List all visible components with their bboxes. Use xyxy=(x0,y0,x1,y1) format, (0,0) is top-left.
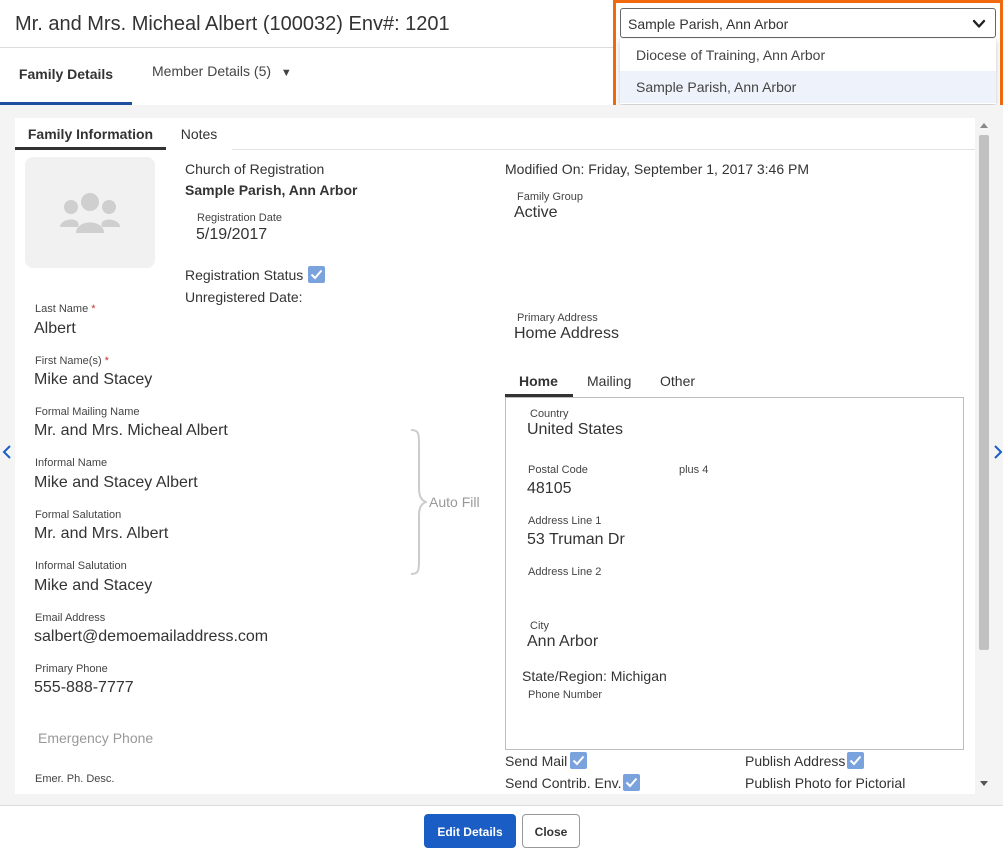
first-names-value: Mike and Stacey xyxy=(34,371,153,388)
tab-family-details[interactable]: Family Details xyxy=(0,48,132,105)
plus4-label: plus 4 xyxy=(679,464,709,476)
tab-other-address[interactable]: Other xyxy=(646,370,709,397)
tab-notes[interactable]: Notes xyxy=(166,118,232,150)
registration-status-label: Registration Status xyxy=(185,267,304,283)
check-icon xyxy=(572,755,585,766)
tab-home-address[interactable]: Home xyxy=(505,370,573,397)
address-line1-label: Address Line 1 xyxy=(528,515,602,527)
parish-select-value: Sample Parish, Ann Arbor xyxy=(628,16,789,32)
send-contrib-env-checkbox[interactable] xyxy=(623,774,640,791)
registration-date-value: 5/19/2017 xyxy=(196,226,268,243)
parish-select[interactable]: Sample Parish, Ann Arbor xyxy=(620,8,996,38)
city-label: City xyxy=(530,620,549,632)
check-icon xyxy=(625,777,638,788)
primary-phone-label: Primary Phone xyxy=(35,663,108,675)
city-value: Ann Arbor xyxy=(527,633,599,650)
modified-on: Modified On: Friday, September 1, 2017 3… xyxy=(505,161,809,177)
primary-address-value: Home Address xyxy=(514,325,619,342)
auto-fill-button[interactable]: Auto Fill xyxy=(429,494,480,510)
state-region-value: Michigan xyxy=(610,668,667,684)
country-value: United States xyxy=(527,421,624,438)
informal-salutation-label: Informal Salutation xyxy=(35,560,127,572)
postal-code-value: 48105 xyxy=(527,480,572,497)
country-label: Country xyxy=(530,408,569,420)
formal-salutation-value: Mr. and Mrs. Albert xyxy=(34,525,169,542)
close-button[interactable]: Close xyxy=(522,814,580,848)
informal-name-value: Mike and Stacey Albert xyxy=(34,474,198,491)
emergency-phone-field[interactable]: Emergency Phone xyxy=(38,730,153,746)
family-group-value: Active xyxy=(514,204,558,221)
primary-phone-value: 555-888-7777 xyxy=(34,679,134,696)
brace-icon xyxy=(410,429,427,575)
phone-number-label: Phone Number xyxy=(528,689,602,701)
check-icon xyxy=(849,755,862,766)
parish-dropdown-menu: Diocese of Training, Ann Arbor Sample Pa… xyxy=(620,39,996,104)
postal-code-label: Postal Code xyxy=(528,464,588,476)
state-region-label: State/Region: xyxy=(522,668,607,684)
first-names-label: First Name(s) * xyxy=(35,355,109,367)
formal-salutation-label: Formal Salutation xyxy=(35,509,122,521)
primary-address-label: Primary Address xyxy=(517,312,598,324)
send-mail-checkbox[interactable] xyxy=(570,752,587,769)
page-title: Mr. and Mrs. Micheal Albert (100032) Env… xyxy=(15,13,450,35)
tab-member-details[interactable]: Member Details (5) ▼ xyxy=(152,48,292,105)
parish-option-selected[interactable]: Sample Parish, Ann Arbor xyxy=(620,71,996,103)
edit-details-button[interactable]: Edit Details xyxy=(424,814,516,848)
last-name-value: Albert xyxy=(34,320,76,337)
send-contrib-env-label: Send Contrib. Env. xyxy=(505,775,622,791)
scroll-down-icon[interactable] xyxy=(980,780,988,789)
informal-salutation-value: Mike and Stacey xyxy=(34,577,153,594)
previous-arrow-icon[interactable] xyxy=(2,443,12,464)
publish-address-checkbox[interactable] xyxy=(847,752,864,769)
modified-on-value: Friday, September 1, 2017 3:46 PM xyxy=(588,161,810,177)
formal-mailing-name-value: Mr. and Mrs. Micheal Albert xyxy=(34,422,228,439)
publish-address-label: Publish Address xyxy=(745,753,846,769)
address-line2-label: Address Line 2 xyxy=(528,566,602,578)
check-icon xyxy=(310,269,323,280)
publish-photo-label: Publish Photo for Pictorial xyxy=(745,775,906,791)
tab-mailing-address[interactable]: Mailing xyxy=(573,370,645,397)
last-name-label: Last Name * xyxy=(35,303,96,315)
send-mail-label: Send Mail xyxy=(505,753,568,769)
modified-on-label: Modified On: xyxy=(505,161,585,177)
email-label: Email Address xyxy=(35,612,106,624)
informal-name-label: Informal Name xyxy=(35,457,108,469)
registration-status-checkbox[interactable] xyxy=(308,266,325,283)
email-value: salbert@demoemailaddress.com xyxy=(34,628,269,645)
next-arrow-icon[interactable] xyxy=(993,443,1003,464)
parish-option[interactable]: Diocese of Training, Ann Arbor xyxy=(620,39,996,71)
state-region: State/Region: Michigan xyxy=(522,668,667,684)
family-group-icon xyxy=(60,193,120,233)
tab-family-information[interactable]: Family Information xyxy=(15,118,166,150)
required-marker: * xyxy=(104,355,109,367)
emer-ph-desc-label: Emer. Ph. Desc. xyxy=(35,773,115,785)
scrollbar-thumb[interactable] xyxy=(979,135,989,650)
caret-down-icon: ▼ xyxy=(280,67,292,79)
family-group-label: Family Group xyxy=(517,191,584,203)
address-line1-value: 53 Truman Dr xyxy=(527,531,625,548)
registration-date-label: Registration Date xyxy=(197,212,282,224)
church-of-registration-label: Church of Registration xyxy=(185,161,325,177)
unregistered-date-label: Unregistered Date: xyxy=(185,289,303,305)
main-tabs: Family Details Member Details (5) ▼ xyxy=(0,48,600,105)
required-marker: * xyxy=(91,303,96,315)
scroll-up-icon[interactable] xyxy=(980,121,988,130)
church-of-registration-value: Sample Parish, Ann Arbor xyxy=(185,182,358,198)
chevron-down-icon[interactable] xyxy=(972,17,986,31)
formal-mailing-name-label: Formal Mailing Name xyxy=(35,406,140,418)
tab-family-details-label: Family Details xyxy=(18,66,114,82)
tab-member-details-label: Member Details (5) xyxy=(152,63,272,79)
family-photo[interactable] xyxy=(25,157,155,268)
